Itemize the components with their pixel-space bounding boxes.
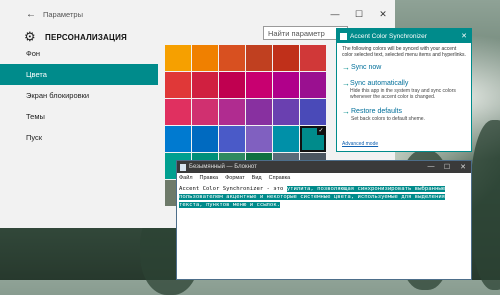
- color-swatch[interactable]: [273, 99, 299, 125]
- color-swatch[interactable]: [219, 99, 245, 125]
- color-swatch[interactable]: [165, 72, 191, 98]
- minimize-icon[interactable]: —: [423, 163, 439, 171]
- notepad-title: Безымянный — Блокнот: [189, 164, 257, 170]
- color-swatch[interactable]: [165, 45, 191, 71]
- color-swatch[interactable]: [192, 72, 218, 98]
- close-icon[interactable]: ✕: [455, 163, 471, 171]
- acs-title: Accent Color Synchronizer: [350, 32, 427, 40]
- background-tree: [470, 120, 500, 290]
- notepad-icon: [180, 163, 186, 171]
- sidebar-item-background[interactable]: Фон: [0, 43, 158, 64]
- color-swatch[interactable]: [246, 45, 272, 71]
- notepad-menubar: Файл Правка Формат Вид Справка: [177, 173, 471, 183]
- text-unselected: Accent Color Synchronizer - это: [179, 186, 287, 192]
- settings-titlebar: ← Параметры — ☐ ✕: [0, 0, 395, 29]
- maximize-icon[interactable]: ☐: [439, 163, 455, 171]
- color-swatch[interactable]: [192, 126, 218, 152]
- settings-window-title: Параметры: [43, 10, 83, 19]
- arrow-right-icon: →: [342, 79, 350, 88]
- color-swatch[interactable]: [273, 126, 299, 152]
- close-icon[interactable]: ✕: [371, 9, 395, 20]
- color-swatch[interactable]: [300, 72, 326, 98]
- color-swatch[interactable]: [273, 72, 299, 98]
- restore-defaults-desc: Set back colors to default sheme.: [351, 116, 425, 122]
- notepad-titlebar: Безымянный — Блокнот — ☐ ✕: [177, 161, 471, 173]
- acs-titlebar: Accent Color Synchronizer ✕: [337, 29, 471, 43]
- sync-automatically-button[interactable]: → Sync automatically Hide this app in th…: [337, 79, 471, 101]
- notepad-window: Безымянный — Блокнот — ☐ ✕ Файл Правка Ф…: [176, 160, 472, 280]
- arrow-right-icon: →: [342, 107, 350, 116]
- menu-edit[interactable]: Правка: [200, 175, 219, 181]
- sidebar-item-themes[interactable]: Темы: [0, 106, 158, 127]
- color-swatch[interactable]: [246, 99, 272, 125]
- maximize-icon[interactable]: ☐: [347, 9, 371, 20]
- sync-now-label: Sync now: [351, 64, 382, 71]
- color-swatch[interactable]: [219, 126, 245, 152]
- minimize-icon[interactable]: —: [323, 9, 347, 20]
- advanced-mode-link[interactable]: Advanced mode: [342, 141, 378, 147]
- color-swatch[interactable]: [273, 45, 299, 71]
- notepad-text-area[interactable]: Accent Color Synchronizer - это утилита,…: [177, 183, 471, 211]
- menu-file[interactable]: Файл: [179, 175, 193, 181]
- restore-defaults-label: Restore defaults: [351, 108, 402, 115]
- app-logo-icon: [340, 32, 347, 40]
- acs-window: Accent Color Synchronizer ✕ The followin…: [336, 28, 472, 152]
- sidebar-item-lock-screen[interactable]: Экран блокировки: [0, 85, 158, 106]
- search-placeholder: Найти параметр: [268, 28, 325, 38]
- arrow-right-icon: →: [342, 63, 350, 72]
- sidebar-item-colors[interactable]: Цвета: [0, 64, 158, 85]
- color-swatch[interactable]: [165, 99, 191, 125]
- color-swatch[interactable]: [300, 45, 326, 71]
- color-swatch[interactable]: [246, 126, 272, 152]
- sidebar-item-start[interactable]: Пуск: [0, 127, 158, 148]
- menu-view[interactable]: Вид: [252, 175, 262, 181]
- checkmark-icon: ✓: [317, 127, 325, 135]
- color-swatch[interactable]: [300, 99, 326, 125]
- color-swatch[interactable]: [246, 72, 272, 98]
- sync-now-button[interactable]: → Sync now: [337, 64, 471, 72]
- restore-defaults-button[interactable]: → Restore defaults Set back colors to de…: [337, 107, 471, 123]
- back-arrow-icon[interactable]: ←: [26, 9, 39, 20]
- section-title: ПЕРСОНАЛИЗАЦИЯ: [45, 32, 127, 42]
- settings-sidebar: Фон Цвета Экран блокировки Темы Пуск: [0, 43, 158, 148]
- color-swatch[interactable]: ✓: [300, 126, 326, 152]
- color-swatch[interactable]: [192, 45, 218, 71]
- menu-format[interactable]: Формат: [225, 175, 245, 181]
- menu-help[interactable]: Справка: [269, 175, 291, 181]
- color-swatch[interactable]: [165, 126, 191, 152]
- color-swatch[interactable]: [219, 45, 245, 71]
- color-swatch[interactable]: [219, 72, 245, 98]
- close-icon[interactable]: ✕: [461, 32, 467, 40]
- sync-automatically-label: Sync automatically: [350, 80, 409, 87]
- sync-automatically-desc: Hide this app in the system tray and syn…: [350, 88, 456, 100]
- color-swatch[interactable]: [192, 99, 218, 125]
- acs-description: The following colors will be synced with…: [342, 46, 466, 58]
